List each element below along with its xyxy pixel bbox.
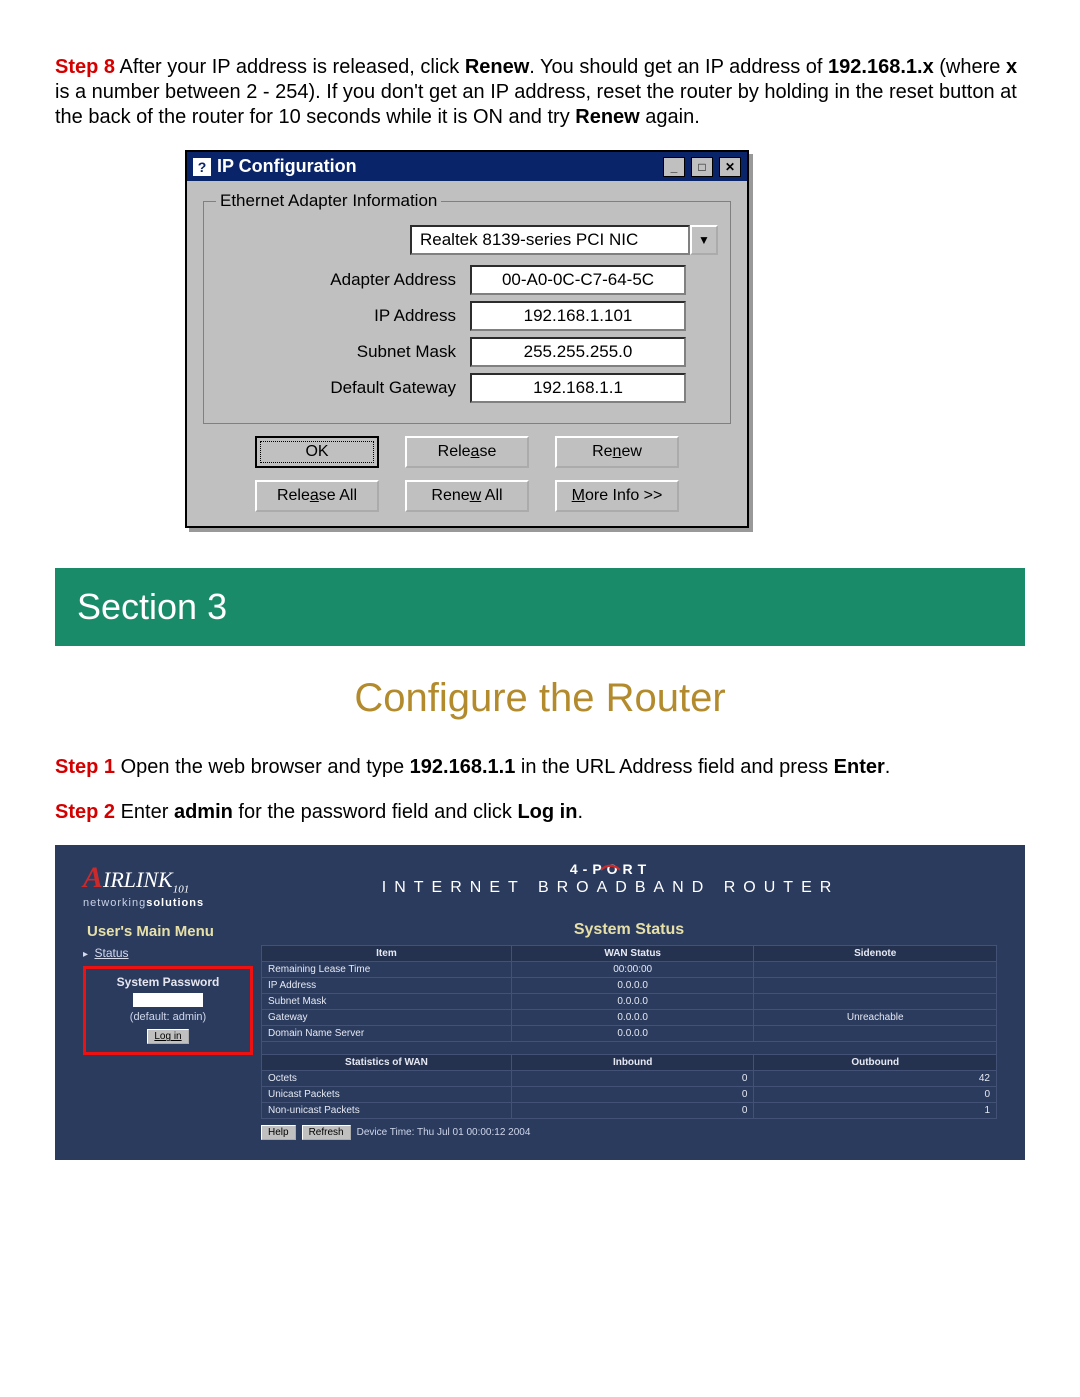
login-button[interactable]: Log in bbox=[147, 1029, 188, 1044]
ethernet-adapter-group: Ethernet Adapter Information Realtek 813… bbox=[203, 191, 731, 424]
col-stats: Statistics of WAN bbox=[262, 1055, 512, 1071]
renew-all-button[interactable]: Renew All bbox=[405, 480, 529, 512]
step1-paragraph: Step 1 Open the web browser and type 192… bbox=[55, 755, 1025, 780]
adapter-selected: Realtek 8139-series PCI NIC bbox=[410, 225, 690, 255]
table-row: Subnet Mask0.0.0.0 bbox=[262, 994, 997, 1010]
status-link[interactable]: Status bbox=[94, 946, 128, 960]
help-button[interactable]: Help bbox=[261, 1125, 296, 1140]
dialog-title: IP Configuration bbox=[217, 156, 357, 177]
dialog-titlebar[interactable]: ? IP Configuration _ □ ✕ bbox=[187, 152, 747, 181]
ok-button[interactable]: OK bbox=[255, 436, 379, 468]
step1-label: Step 1 bbox=[55, 756, 115, 778]
table-row: Unicast Packets00 bbox=[262, 1087, 997, 1103]
step8-paragraph: Step 8 After your IP address is released… bbox=[55, 55, 1025, 130]
default-gateway-value: 192.168.1.1 bbox=[470, 373, 686, 403]
content-pane: System Status Item WAN Status Sidenote R… bbox=[261, 917, 997, 1140]
ip-configuration-dialog: ? IP Configuration _ □ ✕ Ethernet Adapte… bbox=[185, 150, 749, 528]
subnet-mask-value: 255.255.255.0 bbox=[470, 337, 686, 367]
device-time: Device Time: Thu Jul 01 00:00:12 2004 bbox=[357, 1127, 531, 1138]
step2-label: Step 2 bbox=[55, 801, 115, 823]
ip-address-label: IP Address bbox=[216, 306, 456, 326]
footer-bar: Help Refresh Device Time: Thu Jul 01 00:… bbox=[261, 1125, 997, 1140]
product-branding: 4-PORT ⌒ INTERNET BROADBAND ROUTER bbox=[224, 861, 997, 897]
default-gateway-label: Default Gateway bbox=[216, 378, 456, 398]
release-button[interactable]: Release bbox=[405, 436, 529, 468]
release-all-button[interactable]: Release All bbox=[255, 480, 379, 512]
password-input[interactable] bbox=[133, 993, 203, 1007]
col-inbound: Inbound bbox=[511, 1055, 754, 1071]
close-button[interactable]: ✕ bbox=[719, 157, 741, 177]
caret-icon: ▸ bbox=[83, 949, 88, 960]
adapter-address-label: Adapter Address bbox=[216, 270, 456, 290]
table-row: Domain Name Server0.0.0.0 bbox=[262, 1026, 997, 1042]
table-row: Octets042 bbox=[262, 1071, 997, 1087]
router-admin-screenshot: AIRLINK101 networkingsolutions 4-PORT ⌒ … bbox=[55, 845, 1025, 1160]
chevron-down-icon[interactable]: ▼ bbox=[690, 225, 718, 255]
system-status-heading: System Status bbox=[261, 921, 997, 939]
col-outbound: Outbound bbox=[754, 1055, 997, 1071]
table-row: IP Address0.0.0.0 bbox=[262, 978, 997, 994]
refresh-button[interactable]: Refresh bbox=[302, 1125, 351, 1140]
step8-label: Step 8 bbox=[55, 56, 115, 78]
adapter-select[interactable]: Realtek 8139-series PCI NIC ▼ bbox=[410, 225, 718, 255]
logo: AIRLINK101 networkingsolutions bbox=[83, 861, 204, 909]
maximize-button[interactable]: □ bbox=[691, 157, 713, 177]
renew-button[interactable]: Renew bbox=[555, 436, 679, 468]
table-row: Remaining Lease Time00:00:00 bbox=[262, 962, 997, 978]
table-row: Non-unicast Packets01 bbox=[262, 1103, 997, 1119]
ip-address-value: 192.168.1.101 bbox=[470, 301, 686, 331]
login-box: System Password (default: admin) Log in bbox=[83, 966, 253, 1055]
step2-paragraph: Step 2 Enter admin for the password fiel… bbox=[55, 800, 1025, 825]
sidebar: User's Main Menu ▸ Status System Passwor… bbox=[83, 917, 253, 1055]
default-password-hint: (default: admin) bbox=[92, 1011, 244, 1023]
more-info-button[interactable]: More Info >> bbox=[555, 480, 679, 512]
wan-status-table: Item WAN Status Sidenote Remaining Lease… bbox=[261, 945, 997, 1119]
section-title: Configure the Router bbox=[55, 676, 1025, 721]
section-banner: Section 3 bbox=[55, 568, 1025, 646]
users-main-menu-label: User's Main Menu bbox=[87, 923, 253, 940]
app-icon: ? bbox=[193, 158, 211, 176]
system-password-label: System Password bbox=[92, 975, 244, 989]
col-wan-status: WAN Status bbox=[511, 946, 754, 962]
adapter-address-value: 00-A0-0C-C7-64-5C bbox=[470, 265, 686, 295]
group-legend: Ethernet Adapter Information bbox=[216, 191, 441, 211]
col-item: Item bbox=[262, 946, 512, 962]
table-row: Gateway0.0.0.0Unreachable bbox=[262, 1010, 997, 1026]
col-sidenote: Sidenote bbox=[754, 946, 997, 962]
minimize-button[interactable]: _ bbox=[663, 157, 685, 177]
subnet-mask-label: Subnet Mask bbox=[216, 342, 456, 362]
